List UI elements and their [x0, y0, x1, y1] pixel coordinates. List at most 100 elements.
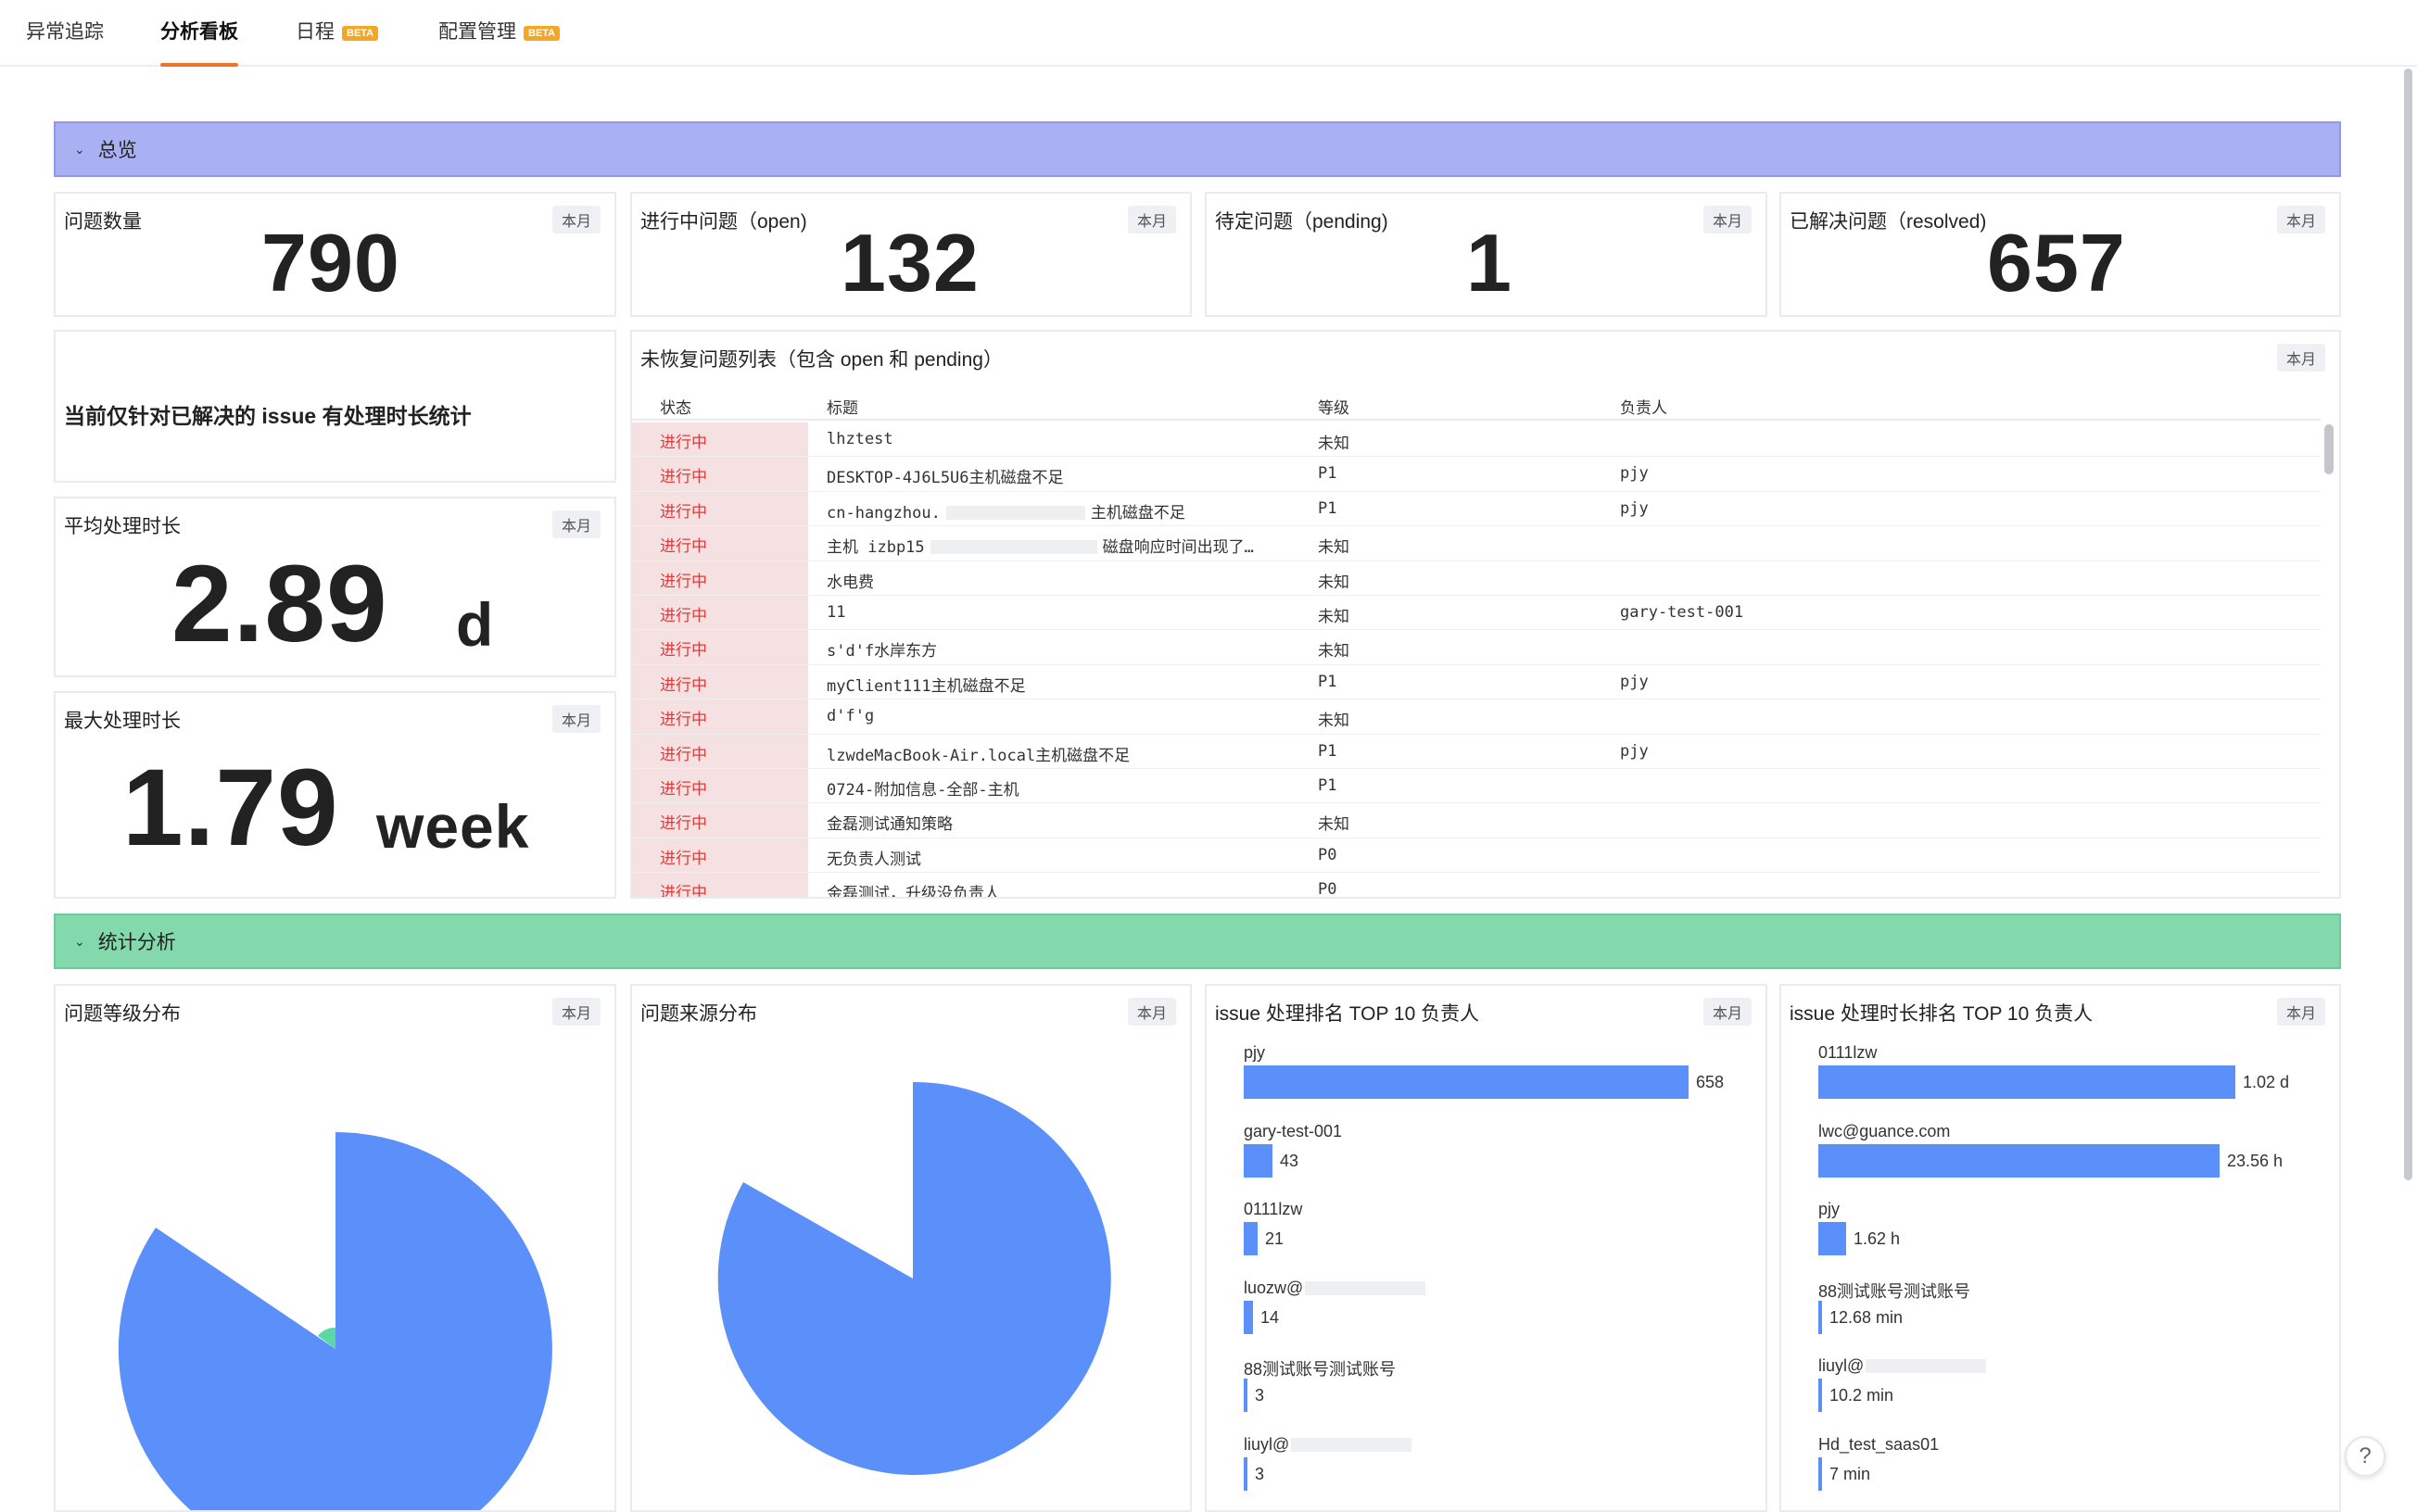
- table-row[interactable]: 进行中金磊测试通知策略未知: [632, 803, 2321, 838]
- bar-value-label: 21: [1265, 1229, 1284, 1249]
- bar[interactable]: [1244, 1379, 1247, 1412]
- period-badge[interactable]: 本月: [1703, 998, 1752, 1026]
- bar-item[interactable]: lwc@guance.com23.56 h: [1818, 1122, 2341, 1200]
- title-cell[interactable]: 水电费: [827, 569, 874, 592]
- level-pie-chart: [56, 986, 616, 1512]
- table-row[interactable]: 进行中s'd'f水岸东方未知: [632, 630, 2321, 664]
- period-badge[interactable]: 本月: [552, 510, 601, 538]
- status-cell: 进行中: [632, 457, 808, 490]
- bar[interactable]: [1244, 1222, 1258, 1255]
- bar-item[interactable]: luozw@14: [1244, 1279, 1767, 1356]
- owner-cell: pjy: [1620, 742, 1649, 761]
- bar[interactable]: [1818, 1144, 2220, 1178]
- title-cell[interactable]: lzwdeMacBook-Air.local主机磁盘不足: [827, 742, 1130, 765]
- bar-item[interactable]: Hd_test_saas017 min: [1818, 1435, 2341, 1512]
- table-row[interactable]: 进行中主机 izbp15磁盘响应时间出现了…未知: [632, 526, 2321, 561]
- table-scrollbar[interactable]: [2324, 424, 2334, 474]
- note-text: 当前仅针对已解决的 issue 有处理时长统计: [64, 398, 472, 430]
- bar-item[interactable]: liuyl@10.2 min: [1818, 1356, 2341, 1434]
- chevron-down-icon: ⌄: [74, 934, 85, 950]
- period-badge[interactable]: 本月: [1703, 206, 1752, 233]
- card-title: issue 处理时长排名 TOP 10 负责人: [1790, 999, 2093, 1027]
- tab-analysis-board[interactable]: 分析看板: [160, 17, 238, 67]
- title-cell[interactable]: lhztest: [827, 430, 893, 448]
- bar-item[interactable]: 0111lzw1.02 d: [1818, 1043, 2341, 1121]
- bar[interactable]: [1244, 1065, 1689, 1099]
- period-badge[interactable]: 本月: [2277, 344, 2325, 372]
- period-badge[interactable]: 本月: [2277, 206, 2325, 233]
- level-cell: P1: [1318, 499, 1336, 518]
- pie-slice-major[interactable]: [119, 1132, 552, 1512]
- table-row[interactable]: 进行中myClient111主机磁盘不足P1pjy: [632, 665, 2321, 699]
- bar-name: pjy: [1818, 1200, 1840, 1218]
- bar-name: 0111lzw: [1244, 1200, 1302, 1218]
- column-header-owner[interactable]: 负责人: [1620, 395, 1667, 418]
- title-text: 金磊测试通知策略: [827, 815, 953, 834]
- title-cell[interactable]: 无负责人测试: [827, 846, 921, 869]
- card-title: 最大处理时长: [64, 706, 181, 734]
- tab-schedule[interactable]: 日程BETA: [296, 17, 378, 67]
- table-row[interactable]: 进行中lzwdeMacBook-Air.local主机磁盘不足P1pjy: [632, 735, 2321, 769]
- bar-item[interactable]: gary-test-00143: [1244, 1122, 1767, 1200]
- title-cell[interactable]: d'f'g: [827, 707, 874, 725]
- table-row[interactable]: 进行中11未知gary-test-001: [632, 596, 2321, 630]
- title-cell[interactable]: s'd'f水岸东方: [827, 637, 937, 661]
- period-badge[interactable]: 本月: [552, 705, 601, 733]
- bar[interactable]: [1818, 1457, 1822, 1491]
- status-cell: 进行中: [632, 769, 808, 802]
- period-badge[interactable]: 本月: [552, 206, 601, 233]
- table-row[interactable]: 进行中无负责人测试P0: [632, 838, 2321, 873]
- table-row[interactable]: 进行中lhztest未知: [632, 422, 2321, 457]
- title-cell[interactable]: cn-hangzhou.主机磁盘不足: [827, 499, 1185, 523]
- column-header-title[interactable]: 标题: [827, 395, 858, 418]
- bar-item[interactable]: pjy658: [1244, 1043, 1767, 1121]
- tab-config[interactable]: 配置管理BETA: [438, 17, 560, 67]
- section-overview-header[interactable]: ⌄ 总览: [54, 121, 2341, 177]
- top-duration-card: issue 处理时长排名 TOP 10 负责人 本月 0111lzw1.02 d…: [1779, 984, 2341, 1512]
- title-cell[interactable]: 11: [827, 603, 845, 622]
- bar[interactable]: [1818, 1379, 1822, 1412]
- level-cell: P1: [1318, 673, 1336, 691]
- pie-slice-major[interactable]: [718, 1082, 1111, 1475]
- table-row[interactable]: 进行中DESKTOP-4J6L5U6主机磁盘不足P1pjy: [632, 457, 2321, 491]
- period-badge[interactable]: 本月: [2277, 998, 2325, 1026]
- tab-anomaly-tracking[interactable]: 异常追踪: [26, 17, 104, 67]
- table-row[interactable]: 进行中0724-附加信息-全部-主机P1: [632, 769, 2321, 803]
- bar-item[interactable]: liuyl@3: [1244, 1435, 1767, 1512]
- title-cell[interactable]: DESKTOP-4J6L5U6主机磁盘不足: [827, 464, 1064, 487]
- title-cell[interactable]: myClient111主机磁盘不足: [827, 673, 1026, 696]
- title-cell[interactable]: 主机 izbp15磁盘响应时间出现了…: [827, 534, 1254, 557]
- title-cell[interactable]: 0724-附加信息-全部-主机: [827, 776, 1019, 800]
- bar-item[interactable]: 88测试账号测试账号12.68 min: [1818, 1279, 2341, 1356]
- bar[interactable]: [1818, 1222, 1846, 1255]
- bar[interactable]: [1818, 1065, 2235, 1099]
- title-text: 无负责人测试: [827, 850, 921, 869]
- help-button[interactable]: ?: [2345, 1436, 2385, 1477]
- table-row[interactable]: 进行中水电费未知: [632, 561, 2321, 596]
- tab-label: 配置管理: [438, 21, 516, 43]
- bar[interactable]: [1818, 1301, 1822, 1334]
- redacted-mask: [1866, 1359, 1986, 1373]
- page-scrollbar[interactable]: [2404, 69, 2412, 1180]
- level-cell: 未知: [1318, 534, 1349, 557]
- bar-item[interactable]: 88测试账号测试账号3: [1244, 1356, 1767, 1434]
- bar-item[interactable]: 0111lzw 21: [1244, 1200, 1767, 1278]
- title-cell[interactable]: 金磊测试通知策略: [827, 811, 953, 834]
- status-cell: 进行中: [632, 873, 808, 899]
- bar[interactable]: [1244, 1144, 1272, 1178]
- redacted-mask: [1305, 1281, 1425, 1295]
- table-row[interactable]: 进行中金磊测试，升级没负责人P0: [632, 873, 2321, 899]
- bar[interactable]: [1244, 1457, 1247, 1491]
- table-row[interactable]: 进行中d'f'g未知: [632, 699, 2321, 734]
- column-header-level[interactable]: 等级: [1318, 395, 1349, 418]
- bar-item[interactable]: pjy1.62 h: [1818, 1200, 2341, 1278]
- period-badge[interactable]: 本月: [1128, 206, 1176, 233]
- table-row[interactable]: 进行中cn-hangzhou.主机磁盘不足P1pjy: [632, 492, 2321, 526]
- title-cell[interactable]: 金磊测试，升级没负责人: [827, 880, 1000, 899]
- bar[interactable]: [1244, 1301, 1253, 1334]
- column-header-status[interactable]: 状态: [660, 395, 691, 418]
- section-stats-header[interactable]: ⌄ 统计分析: [54, 914, 2341, 969]
- redacted-mask: [930, 540, 1097, 554]
- bar-label: lwc@guance.com: [1818, 1122, 1950, 1141]
- avg-duration-unit: d: [456, 589, 494, 660]
